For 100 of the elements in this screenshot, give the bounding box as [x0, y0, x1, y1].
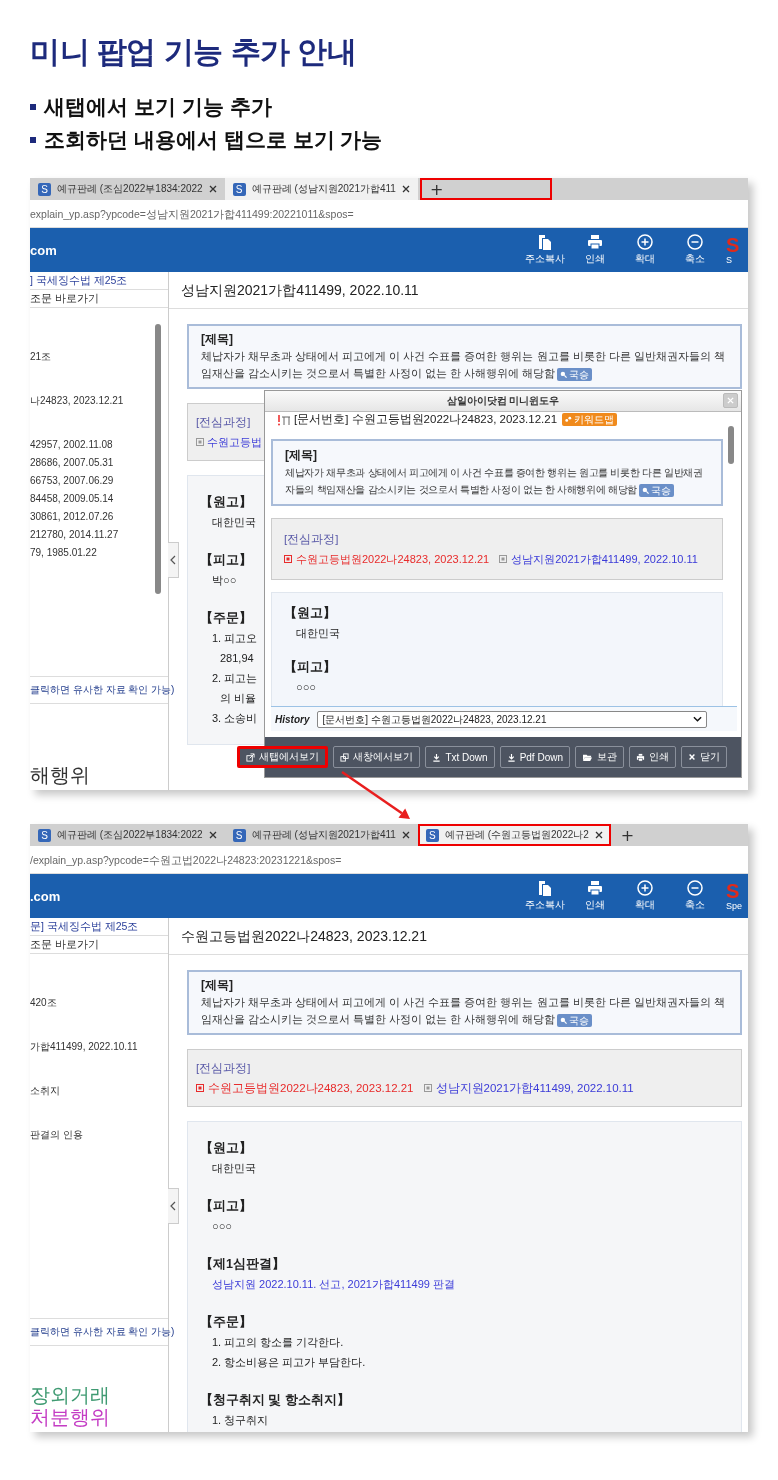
history-label: History — [274, 713, 310, 725]
reference-item[interactable]: 212780, 2014.11.27 — [30, 526, 168, 544]
toolbar-button[interactable]: 인쇄 — [572, 880, 618, 912]
reference-item[interactable]: 84458, 2009.05.14 — [30, 490, 168, 508]
sidebar-link[interactable]: 조문 바로가기 — [30, 936, 168, 954]
action-button[interactable]: 새창에서보기 — [333, 746, 421, 768]
history-select[interactable]: [문서번호] 수원고등법원2022나24823, 2023.12.21 — [317, 710, 708, 728]
browser-tab[interactable]: S 예규판례 (성남지원2021가합411 — [224, 824, 418, 846]
sidebar-link[interactable]: 문] 국세징수법 제25조 — [30, 918, 168, 936]
document-icon — [537, 880, 553, 896]
bullet-text: 새탭에서 보기 기능 추가 — [44, 93, 272, 120]
dots-icon — [565, 416, 573, 423]
square-icon — [423, 1084, 432, 1092]
marker-icon — [277, 413, 291, 426]
action-button[interactable]: Pdf Down — [499, 746, 570, 768]
keyword[interactable]: 장외거래 — [30, 1384, 168, 1406]
reference-item[interactable]: 판결의 인용 — [30, 1126, 168, 1144]
download-icon — [432, 752, 442, 762]
section-line: 1. 청구취지 — [211, 1413, 269, 1428]
action-button[interactable]: 인쇄 — [629, 746, 676, 768]
reference-item[interactable]: 나24823, 2023.12.21 — [30, 392, 168, 410]
keyword[interactable]: 해행위 — [30, 764, 168, 786]
browser-tab[interactable]: S 예규판례 (수원고등법원2022나2 — [417, 824, 611, 846]
favicon-icon: S — [232, 828, 246, 842]
case-link[interactable]: 성남지원2021가합411499, 2022.10.11 — [423, 1078, 634, 1098]
reference-item[interactable]: 420조 — [30, 994, 168, 1012]
toolbar-button[interactable]: 확대 — [622, 880, 668, 912]
favicon-icon: S — [232, 182, 246, 196]
document-number: [문서번호] 수원고등법원2022나24823, 2023.12.21 — [294, 412, 558, 427]
section-line: 의 비율 — [219, 691, 257, 706]
reference-item[interactable]: 21조 — [30, 348, 168, 366]
case-link[interactable]: 성남지원2021가합411499, 2022.10.11 — [499, 549, 698, 569]
hint-text: 클릭하면 유사한 자료 확인 가능) — [30, 683, 175, 697]
sidebar-link[interactable]: ] 국세징수법 제25조 — [30, 272, 168, 290]
subject-text: 체납자가 채무초과 상태에서 피고에게 이 사건 수표를 증여한 행위는 원고를 비롯한 다른 일반채권자들의 책임재산을 감소시키는 것으로서 특별한 사정이 없는 한 사해행위에 해당함 국승 — [285, 466, 704, 498]
square-icon — [196, 438, 204, 446]
reference-item[interactable]: 79, 1985.01.22 — [30, 544, 168, 562]
favicon-icon: S — [38, 828, 51, 842]
download-icon — [506, 752, 516, 762]
browser-tab[interactable]: S 예규판례 (조심2022부1834:2022 — [30, 178, 225, 200]
section-line: 1. 피고의 항소를 기각한다. — [211, 1335, 344, 1350]
case-link[interactable]: 수원고등법원2022나24823, 2023.12.21 — [196, 1078, 414, 1098]
reference-item[interactable]: 66753, 2007.06.29 — [30, 472, 168, 490]
toolbar-button[interactable]: 확대 — [622, 234, 668, 266]
section-line: 대한민국 — [295, 626, 340, 641]
close-icon — [688, 753, 696, 761]
browser-tab[interactable]: S 예규판례 (성남지원2021가합411 — [224, 178, 418, 200]
panel-heading: [전심과정] — [196, 1061, 251, 1076]
toolbar-button[interactable]: 주소복사 — [522, 234, 568, 266]
close-icon[interactable] — [401, 831, 410, 839]
toolbar-button[interactable]: 축소 — [672, 234, 718, 266]
bullet-text: 조회하던 내용에서 탭으로 보기 가능 — [44, 126, 383, 153]
subject-text: 체납자가 채무초과 상태에서 피고에게 이 사건 수표를 증여한 행위는 원고를 비롯한 다른 일반채권자들의 책임재산을 감소시키는 것으로서 특별한 사정이 없는 한 사해행위에 해당함 국승 — [201, 349, 726, 382]
collapse-handle[interactable] — [168, 1188, 179, 1224]
new-tab-button[interactable]: + — [610, 824, 645, 846]
panel-heading: [전심과정] — [284, 532, 339, 547]
reference-item[interactable]: 42957, 2002.11.08 — [30, 436, 168, 454]
action-button[interactable]: 보관 — [575, 746, 624, 768]
browser-tab[interactable]: S 예규판례 (조심2022부1834:2022 — [30, 824, 225, 846]
toolbar-button[interactable]: 축소 — [672, 880, 718, 912]
close-icon — [727, 397, 734, 404]
document-title: 수원고등법원2022나24823, 2023.12.21 — [169, 918, 748, 955]
document-title: 성남지원2021가합411499, 2022.10.11 — [169, 272, 748, 309]
keyword[interactable]: 처분행위 — [30, 1406, 168, 1428]
case-link[interactable]: 수원고등법원2022나24823, 2023.12.21 — [284, 549, 490, 569]
sidebar-link[interactable]: 조문 바로가기 — [30, 290, 168, 308]
reference-item[interactable]: 가합411499, 2022.10.11 — [30, 1038, 168, 1056]
reference-item[interactable]: 30861, 2012.07.26 — [30, 508, 168, 526]
new-tab-button[interactable]: + — [419, 178, 552, 200]
search-icon — [560, 370, 568, 378]
square-icon — [499, 555, 508, 563]
brand-caption: Spe — [726, 900, 742, 912]
section-line: 2. 피고는 — [211, 671, 258, 686]
toolbar-button[interactable]: 주소복사 — [522, 880, 568, 912]
section-line: 281,94 — [219, 651, 254, 666]
section-heading: 【주문】 — [200, 610, 252, 627]
action-button[interactable]: 닫기 — [681, 746, 727, 768]
toolbar-button[interactable]: 인쇄 — [572, 234, 618, 266]
section-line: ○○○ — [211, 1219, 232, 1234]
printer-icon — [587, 234, 603, 250]
zoom-out-icon — [687, 880, 703, 896]
reference-item[interactable]: 28686, 2007.05.31 — [30, 454, 168, 472]
close-icon[interactable] — [594, 831, 603, 839]
close-icon[interactable] — [208, 831, 217, 839]
brand-logo: S — [726, 234, 740, 255]
case-link[interactable]: 성남지원 2022.10.11. 선고, 2021가합411499 판결 — [200, 1274, 455, 1294]
window-title: 삼일아이닷컴 미니윈도우 — [446, 394, 560, 408]
printer-icon — [636, 752, 645, 762]
section-line: ○○○ — [295, 680, 316, 695]
case-link[interactable]: 수원고등법 — [196, 432, 262, 452]
windows-icon — [340, 752, 350, 762]
panel-heading: [제목] — [201, 331, 233, 348]
action-button[interactable]: Txt Down — [425, 746, 495, 768]
close-icon[interactable] — [401, 185, 410, 193]
action-button[interactable]: 새탭에서보기 — [237, 746, 329, 768]
close-icon[interactable] — [208, 185, 217, 193]
reference-item[interactable]: 소취지 — [30, 1082, 168, 1100]
pointer-arrow — [341, 770, 410, 819]
section-heading: 【피고】 — [200, 552, 252, 569]
collapse-handle[interactable] — [168, 542, 179, 578]
